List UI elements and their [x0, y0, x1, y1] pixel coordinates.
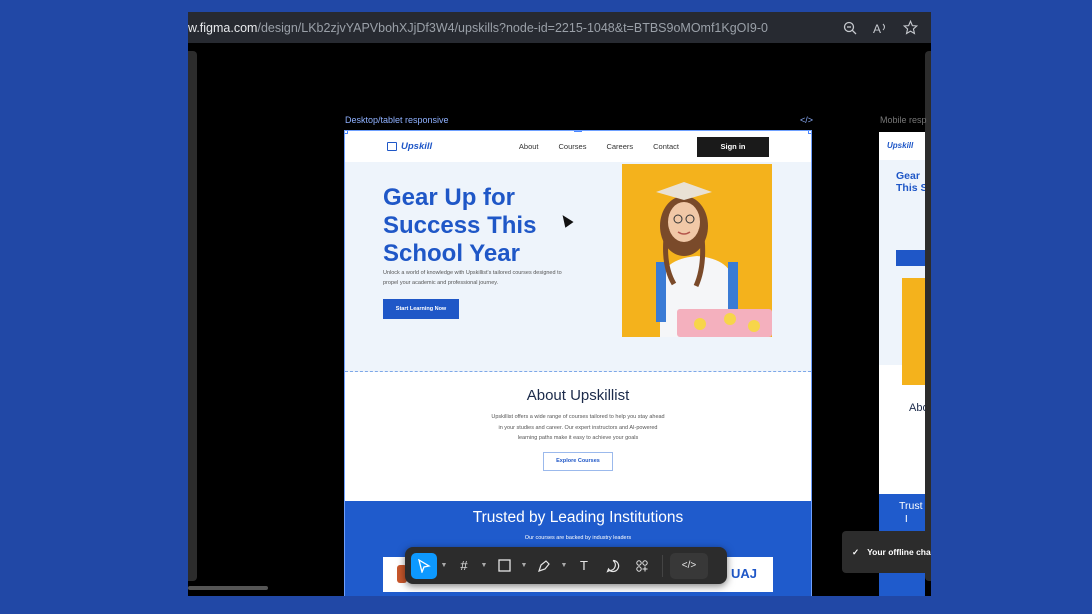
chevron-down-icon[interactable]: ▼	[520, 562, 528, 569]
sign-in-button[interactable]: Sign in	[697, 136, 769, 157]
pen-tool-icon[interactable]	[531, 553, 557, 579]
dev-mode-icon[interactable]: </>	[670, 552, 708, 579]
mobile-hero-line-1: Gear	[896, 170, 920, 182]
url-path: /design/LKb2zjvYAPVbohXJjDf3W4/upskills?…	[257, 20, 768, 35]
mobile-logo: Upskill	[887, 141, 914, 150]
zoom-out-icon[interactable]	[835, 17, 865, 39]
read-aloud-icon[interactable]: A	[865, 17, 895, 39]
frame-tool-icon[interactable]: #	[451, 553, 477, 579]
nav-about[interactable]: About	[519, 142, 539, 151]
nav-links: About Courses Careers Contact	[519, 142, 679, 151]
text-tool-icon[interactable]: T	[571, 553, 597, 579]
horizontal-scrollbar[interactable]	[188, 586, 268, 590]
mobile-trusted-line-2: I	[899, 513, 908, 525]
nav-careers[interactable]: Careers	[606, 142, 633, 151]
about-text: Upskillist offers a wide range of course…	[491, 414, 665, 441]
url-host: w.figma.com	[188, 20, 258, 35]
comment-tool-icon[interactable]	[600, 553, 626, 579]
resize-handle[interactable]	[345, 131, 348, 134]
favorite-star-icon[interactable]	[895, 17, 925, 39]
resize-handle[interactable]	[574, 131, 582, 132]
explore-courses-button[interactable]: Explore Courses	[543, 451, 613, 471]
offline-toast: ✓ Your offline cha	[842, 531, 931, 573]
address-bar[interactable]: w.figma.com/design/LKb2zjvYAPVbohXJjDf3W…	[188, 12, 931, 43]
hero-section: Gear Up for Success This School Year Unl…	[345, 162, 811, 372]
chevron-down-icon[interactable]: ▼	[480, 562, 488, 569]
mobile-about-title: Abo	[909, 402, 925, 414]
chevron-down-icon[interactable]: ▼	[440, 562, 448, 569]
url-field[interactable]: w.figma.com/design/LKb2zjvYAPVbohXJjDf3W…	[188, 21, 835, 35]
nav-courses[interactable]: Courses	[559, 142, 587, 151]
toast-text: Your offline cha	[867, 547, 931, 557]
svg-text:A: A	[873, 22, 881, 35]
about-section: About Upskillist Upskillist offers a wid…	[345, 372, 811, 500]
mobile-hero-line-2: This S	[896, 182, 925, 194]
resize-handle[interactable]	[808, 131, 811, 134]
mobile-frame[interactable]: Upskill GearThis S Abo Trust I	[879, 132, 925, 596]
mobile-trusted-title: Trust I	[899, 500, 923, 526]
site-navbar: Upskill About Courses Careers Contact Si…	[345, 131, 811, 162]
code-tag-icon[interactable]: </>	[800, 115, 813, 125]
mobile-hero-image	[902, 278, 925, 385]
mobile-hero-button[interactable]	[896, 250, 925, 266]
mobile-hero-title: Gear This S	[896, 170, 925, 194]
logo-text: Upskill	[401, 141, 433, 152]
toolbar-divider	[662, 554, 663, 577]
figma-canvas[interactable]: Desktop/tablet responsive </> Upskill Ab…	[188, 43, 931, 596]
chevron-down-icon[interactable]: ▼	[560, 562, 568, 569]
properties-panel-edge[interactable]	[925, 51, 931, 581]
desktop-frame[interactable]: Upskill About Courses Careers Contact Si…	[344, 130, 812, 596]
start-learning-button[interactable]: Start Learning Now	[383, 299, 459, 319]
move-tool-icon[interactable]	[411, 552, 437, 579]
desktop-frame-label[interactable]: Desktop/tablet responsive	[345, 115, 449, 125]
rectangle-tool-icon[interactable]	[491, 553, 517, 579]
partner-logo-text: UAJ	[730, 566, 757, 581]
upskill-logo[interactable]: Upskill	[387, 141, 432, 152]
about-title: About Upskillist	[526, 387, 630, 404]
browser-window: w.figma.com/design/LKb2zjvYAPVbohXJjDf3W…	[188, 12, 931, 596]
book-icon	[387, 142, 397, 151]
trusted-subtitle: Our courses are backed by industry leade…	[524, 535, 632, 541]
mobile-frame-label[interactable]: Mobile resp	[880, 115, 927, 125]
layers-panel-edge[interactable]	[188, 51, 197, 581]
nav-contact[interactable]: Contact	[653, 142, 679, 151]
mobile-trusted-line-1: Trust	[899, 500, 923, 512]
check-icon: ✓	[852, 546, 860, 557]
figma-toolbar: ▼ # ▼ ▼ ▼ T </>	[405, 547, 727, 584]
hero-image	[622, 164, 772, 337]
actions-tool-icon[interactable]	[629, 553, 655, 579]
trusted-title: Trusted by Leading Institutions	[472, 509, 684, 526]
hero-title: Gear Up for Success This School Year	[383, 184, 537, 267]
hero-subtitle: Unlock a world of knowledge with Upskill…	[383, 270, 562, 286]
